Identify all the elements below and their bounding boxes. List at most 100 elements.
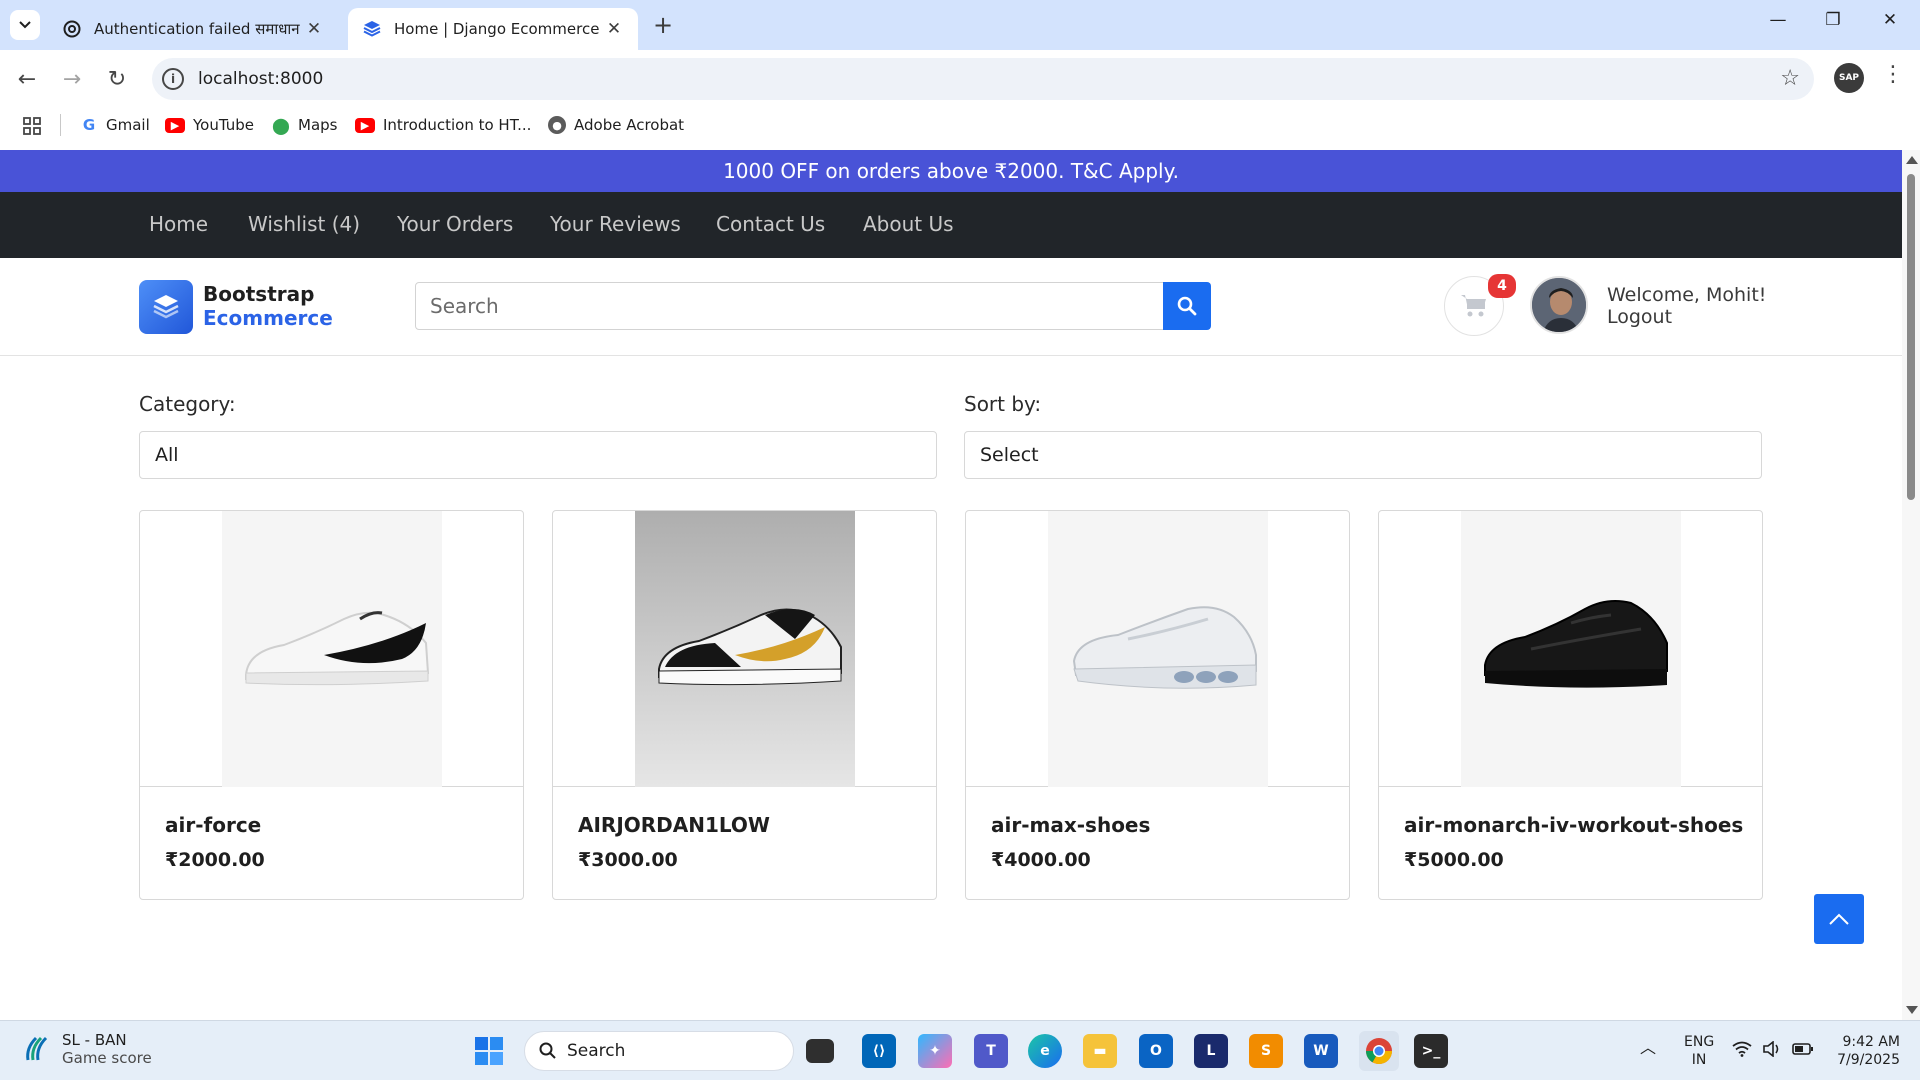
- outlook-icon[interactable]: O: [1139, 1034, 1173, 1068]
- bookmark-adobe[interactable]: ● Adobe Acrobat: [548, 113, 684, 137]
- scroll-thumb[interactable]: [1907, 174, 1915, 500]
- browser-menu-icon[interactable]: ⋮: [1882, 62, 1904, 87]
- brand-name-line2[interactable]: Ecommerce: [203, 306, 333, 330]
- task-view-icon[interactable]: [806, 1039, 834, 1063]
- l-app-icon[interactable]: L: [1194, 1034, 1228, 1068]
- reload-icon[interactable]: ↻: [102, 64, 132, 94]
- product-price: ₹2000.00: [165, 849, 265, 871]
- profile-avatar[interactable]: SAP: [1834, 63, 1864, 93]
- tab-search-button[interactable]: [10, 10, 40, 40]
- sort-select[interactable]: Select: [964, 431, 1762, 479]
- bookmark-gmail[interactable]: G Gmail: [80, 113, 150, 137]
- forward-arrow-icon[interactable]: →: [57, 64, 87, 94]
- vscode-icon[interactable]: ⟨⟩: [862, 1034, 896, 1068]
- copilot-icon[interactable]: ✦: [918, 1034, 952, 1068]
- start-windows-icon[interactable]: [472, 1034, 506, 1068]
- site-navbar: Home Wishlist (4) Your Orders Your Revie…: [0, 192, 1902, 258]
- edge-icon[interactable]: e: [1028, 1034, 1062, 1068]
- teams-icon[interactable]: T: [974, 1034, 1008, 1068]
- tray-overflow-chevron-icon[interactable]: ︿: [1640, 1039, 1656, 1057]
- language-indicator[interactable]: ENG IN: [1684, 1033, 1714, 1069]
- product-card[interactable]: air-force ₹2000.00: [139, 510, 524, 900]
- brand-name-line1[interactable]: Bootstrap: [203, 282, 314, 306]
- nav-your-orders[interactable]: Your Orders: [397, 212, 513, 236]
- site-header: Bootstrap Ecommerce Search 4 Welcome, Mo…: [0, 258, 1902, 356]
- product-card[interactable]: air-max-shoes ₹4000.00: [965, 510, 1350, 900]
- bookmark-star-icon[interactable]: ☆: [1780, 66, 1800, 91]
- close-window-button[interactable]: ✕: [1870, 10, 1910, 30]
- globe-icon: ●: [548, 116, 566, 134]
- nav-about-us[interactable]: About Us: [863, 212, 954, 236]
- product-name[interactable]: air-force: [165, 813, 261, 837]
- bookmark-label: YouTube: [193, 116, 254, 134]
- product-image-air-max[interactable]: [1048, 511, 1268, 787]
- logout-link[interactable]: Logout: [1607, 306, 1766, 328]
- volume-icon[interactable]: [1762, 1040, 1782, 1062]
- news-widget[interactable]: SL - BAN Game score: [22, 1031, 152, 1067]
- scroll-up-arrow-icon[interactable]: [1906, 156, 1918, 164]
- tab-title: Home | Django Ecommerce Site: [394, 20, 604, 38]
- browser-toolbar: ← → ↻ i localhost:8000 ☆ SAP ⋮: [0, 50, 1920, 108]
- region-code: IN: [1691, 1052, 1707, 1068]
- product-image-frame: [140, 511, 523, 787]
- bookmark-intro-html[interactable]: ▶ Introduction to HT...: [355, 113, 531, 137]
- brand-logo-icon[interactable]: [139, 280, 193, 334]
- search-input[interactable]: Search: [415, 282, 1165, 330]
- word-icon[interactable]: W: [1304, 1034, 1338, 1068]
- product-price: ₹3000.00: [578, 849, 678, 871]
- back-arrow-icon[interactable]: ←: [12, 64, 42, 94]
- user-avatar[interactable]: [1530, 276, 1588, 334]
- wifi-icon[interactable]: [1732, 1041, 1752, 1062]
- battery-icon[interactable]: [1792, 1042, 1814, 1061]
- category-select[interactable]: All: [139, 431, 937, 479]
- apps-grid-icon[interactable]: [22, 116, 42, 136]
- address-bar[interactable]: i localhost:8000 ☆: [152, 58, 1814, 100]
- welcome-text: Welcome, Mohit!: [1607, 284, 1767, 306]
- openai-icon: [62, 19, 82, 39]
- sublime-text-icon[interactable]: S: [1249, 1034, 1283, 1068]
- scroll-down-arrow-icon[interactable]: [1906, 1006, 1918, 1014]
- chrome-icon[interactable]: [1359, 1031, 1399, 1071]
- page-scrollbar[interactable]: [1902, 150, 1920, 1020]
- google-icon: G: [82, 116, 96, 134]
- nav-your-reviews[interactable]: Your Reviews: [550, 212, 681, 236]
- cart-count-badge: 4: [1488, 274, 1516, 298]
- nav-wishlist[interactable]: Wishlist (4): [248, 212, 360, 236]
- page-viewport: 1000 OFF on orders above ₹2000. T&C Appl…: [0, 150, 1902, 1020]
- chevron-down-icon: [19, 21, 31, 29]
- product-image-air-monarch[interactable]: [1461, 511, 1681, 787]
- product-card[interactable]: air-monarch-iv-workout-shoes ₹5000.00: [1378, 510, 1763, 900]
- close-tab-icon[interactable]: ✕: [604, 19, 624, 39]
- product-image-frame: [966, 511, 1349, 787]
- clock[interactable]: 9:42 AM 7/9/2025: [1830, 1033, 1900, 1069]
- scroll-to-top-button[interactable]: [1814, 894, 1864, 944]
- product-name[interactable]: air-max-shoes: [991, 813, 1150, 837]
- minimize-button[interactable]: —: [1758, 10, 1798, 30]
- product-image-airjordan1low[interactable]: [635, 511, 855, 787]
- file-explorer-icon[interactable]: ▬: [1083, 1034, 1117, 1068]
- search-button[interactable]: [1163, 282, 1211, 330]
- tab-home[interactable]: Home | Django Ecommerce Site ✕: [348, 8, 638, 50]
- restore-button[interactable]: ❐: [1813, 10, 1853, 30]
- nav-contact-us[interactable]: Contact Us: [716, 212, 825, 236]
- clock-date: 7/9/2025: [1837, 1052, 1900, 1068]
- tab-strip: Authentication failed समाधान ✕ Home | Dj…: [0, 0, 1920, 50]
- product-image-frame: [553, 511, 936, 787]
- terminal-icon[interactable]: >_: [1414, 1034, 1448, 1068]
- product-card[interactable]: AIRJORDAN1LOW ₹3000.00: [552, 510, 937, 900]
- tab-authentication[interactable]: Authentication failed समाधान ✕: [48, 8, 338, 50]
- taskbar-search[interactable]: Search: [524, 1031, 794, 1071]
- shopping-cart-icon: [1461, 295, 1486, 317]
- product-image-air-force[interactable]: [222, 511, 442, 787]
- close-tab-icon[interactable]: ✕: [304, 19, 324, 39]
- bookmark-maps[interactable]: ⬤ Maps: [272, 113, 337, 137]
- product-name[interactable]: AIRJORDAN1LOW: [578, 813, 770, 837]
- product-name[interactable]: air-monarch-iv-workout-shoes: [1404, 813, 1743, 837]
- bookmark-youtube[interactable]: ▶ YouTube: [165, 113, 254, 137]
- nav-home[interactable]: Home: [149, 212, 208, 236]
- new-tab-button[interactable]: +: [650, 11, 676, 39]
- site-info-icon[interactable]: i: [162, 68, 184, 90]
- sort-label: Sort by:: [964, 392, 1042, 416]
- youtube-icon: ▶: [355, 117, 375, 133]
- url-text[interactable]: localhost:8000: [198, 69, 323, 89]
